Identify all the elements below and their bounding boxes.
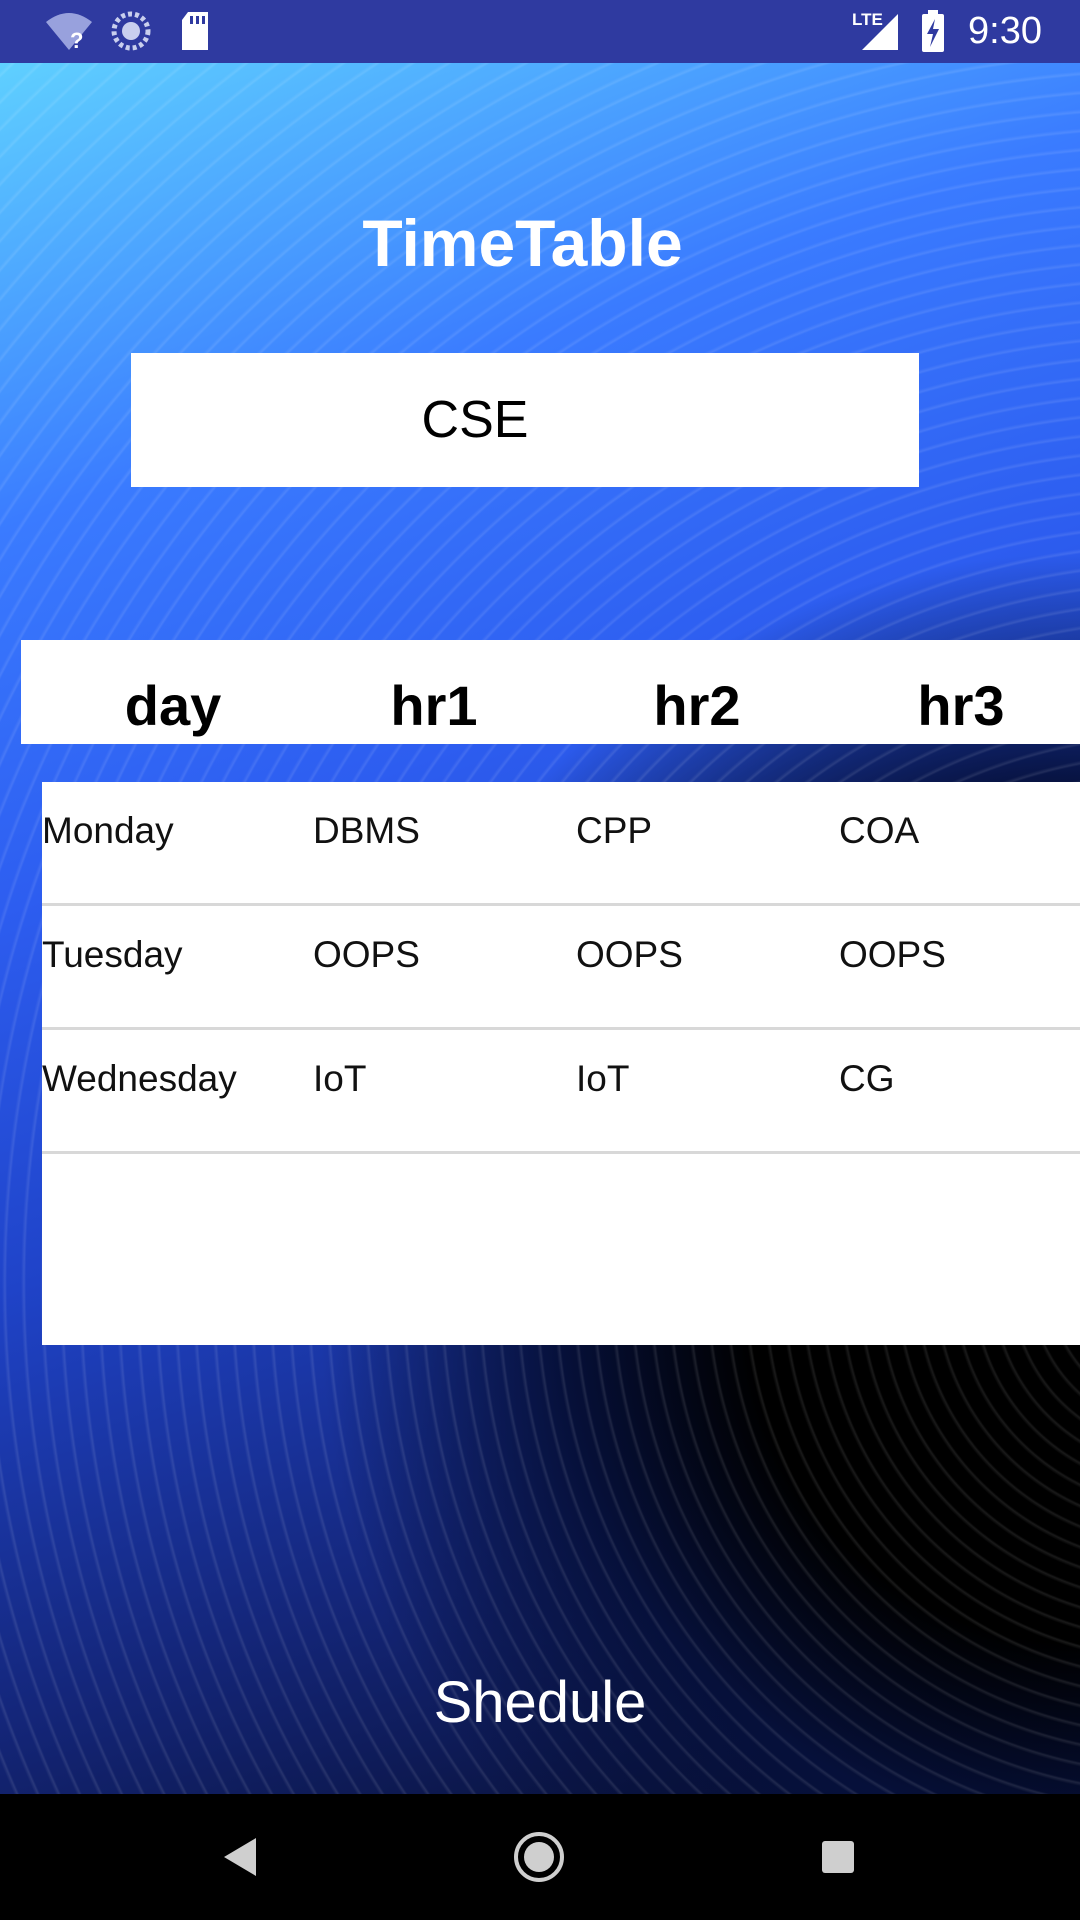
page-title: TimeTable bbox=[362, 206, 683, 280]
cell-hr3: COA bbox=[839, 810, 920, 851]
recents-icon[interactable] bbox=[805, 1824, 871, 1890]
table-header: day hr1 hr2 hr3 bbox=[21, 640, 1080, 744]
cell-hr3: CG bbox=[839, 1058, 895, 1099]
wifi-unknown-icon: ? bbox=[46, 13, 92, 52]
cell-hr2: CPP bbox=[576, 810, 653, 851]
cell-hr2: OOPS bbox=[576, 934, 683, 975]
header-hr1: hr1 bbox=[390, 674, 478, 737]
cell-hr3: OOPS bbox=[839, 934, 946, 975]
sd-card-icon bbox=[182, 12, 208, 50]
department-value: CSE bbox=[421, 391, 529, 449]
timetable-list[interactable]: Monday DBMS CPP COA Tuesday OOPS OOPS OO… bbox=[42, 782, 1080, 1345]
home-icon[interactable] bbox=[506, 1824, 572, 1890]
app-background: TimeTable CSE day hr1 hr2 hr3 Monday DBM… bbox=[0, 63, 1080, 1794]
cell-hr2: IoT bbox=[576, 1058, 630, 1099]
header-day: day bbox=[124, 674, 222, 737]
signal-icon bbox=[862, 14, 898, 50]
svg-text:?: ? bbox=[70, 28, 83, 52]
cell-hr1: DBMS bbox=[313, 810, 420, 851]
cell-day: Wednesday bbox=[42, 1058, 237, 1099]
cell-day: Tuesday bbox=[42, 934, 183, 975]
navigation-bar bbox=[0, 1794, 1080, 1920]
table-row[interactable]: Wednesday IoT IoT CG bbox=[42, 1030, 1080, 1154]
schedule-button[interactable]: Shedule bbox=[0, 1668, 1080, 1738]
header-hr3: hr3 bbox=[917, 674, 1005, 737]
cell-hr1: IoT bbox=[313, 1058, 367, 1099]
table-row[interactable]: Tuesday OOPS OOPS OOPS bbox=[42, 906, 1080, 1030]
table-row[interactable]: Monday DBMS CPP COA bbox=[42, 782, 1080, 906]
status-time: 9:30 bbox=[968, 10, 1042, 52]
back-icon[interactable] bbox=[208, 1824, 274, 1890]
status-bar: ? LTE 9:30 bbox=[0, 0, 1080, 63]
battery-charging-icon bbox=[922, 10, 944, 52]
cell-hr1: OOPS bbox=[313, 934, 420, 975]
department-field[interactable]: CSE bbox=[131, 353, 919, 487]
sync-icon bbox=[111, 11, 151, 51]
cell-day: Monday bbox=[42, 810, 174, 851]
header-hr2: hr2 bbox=[653, 674, 741, 737]
